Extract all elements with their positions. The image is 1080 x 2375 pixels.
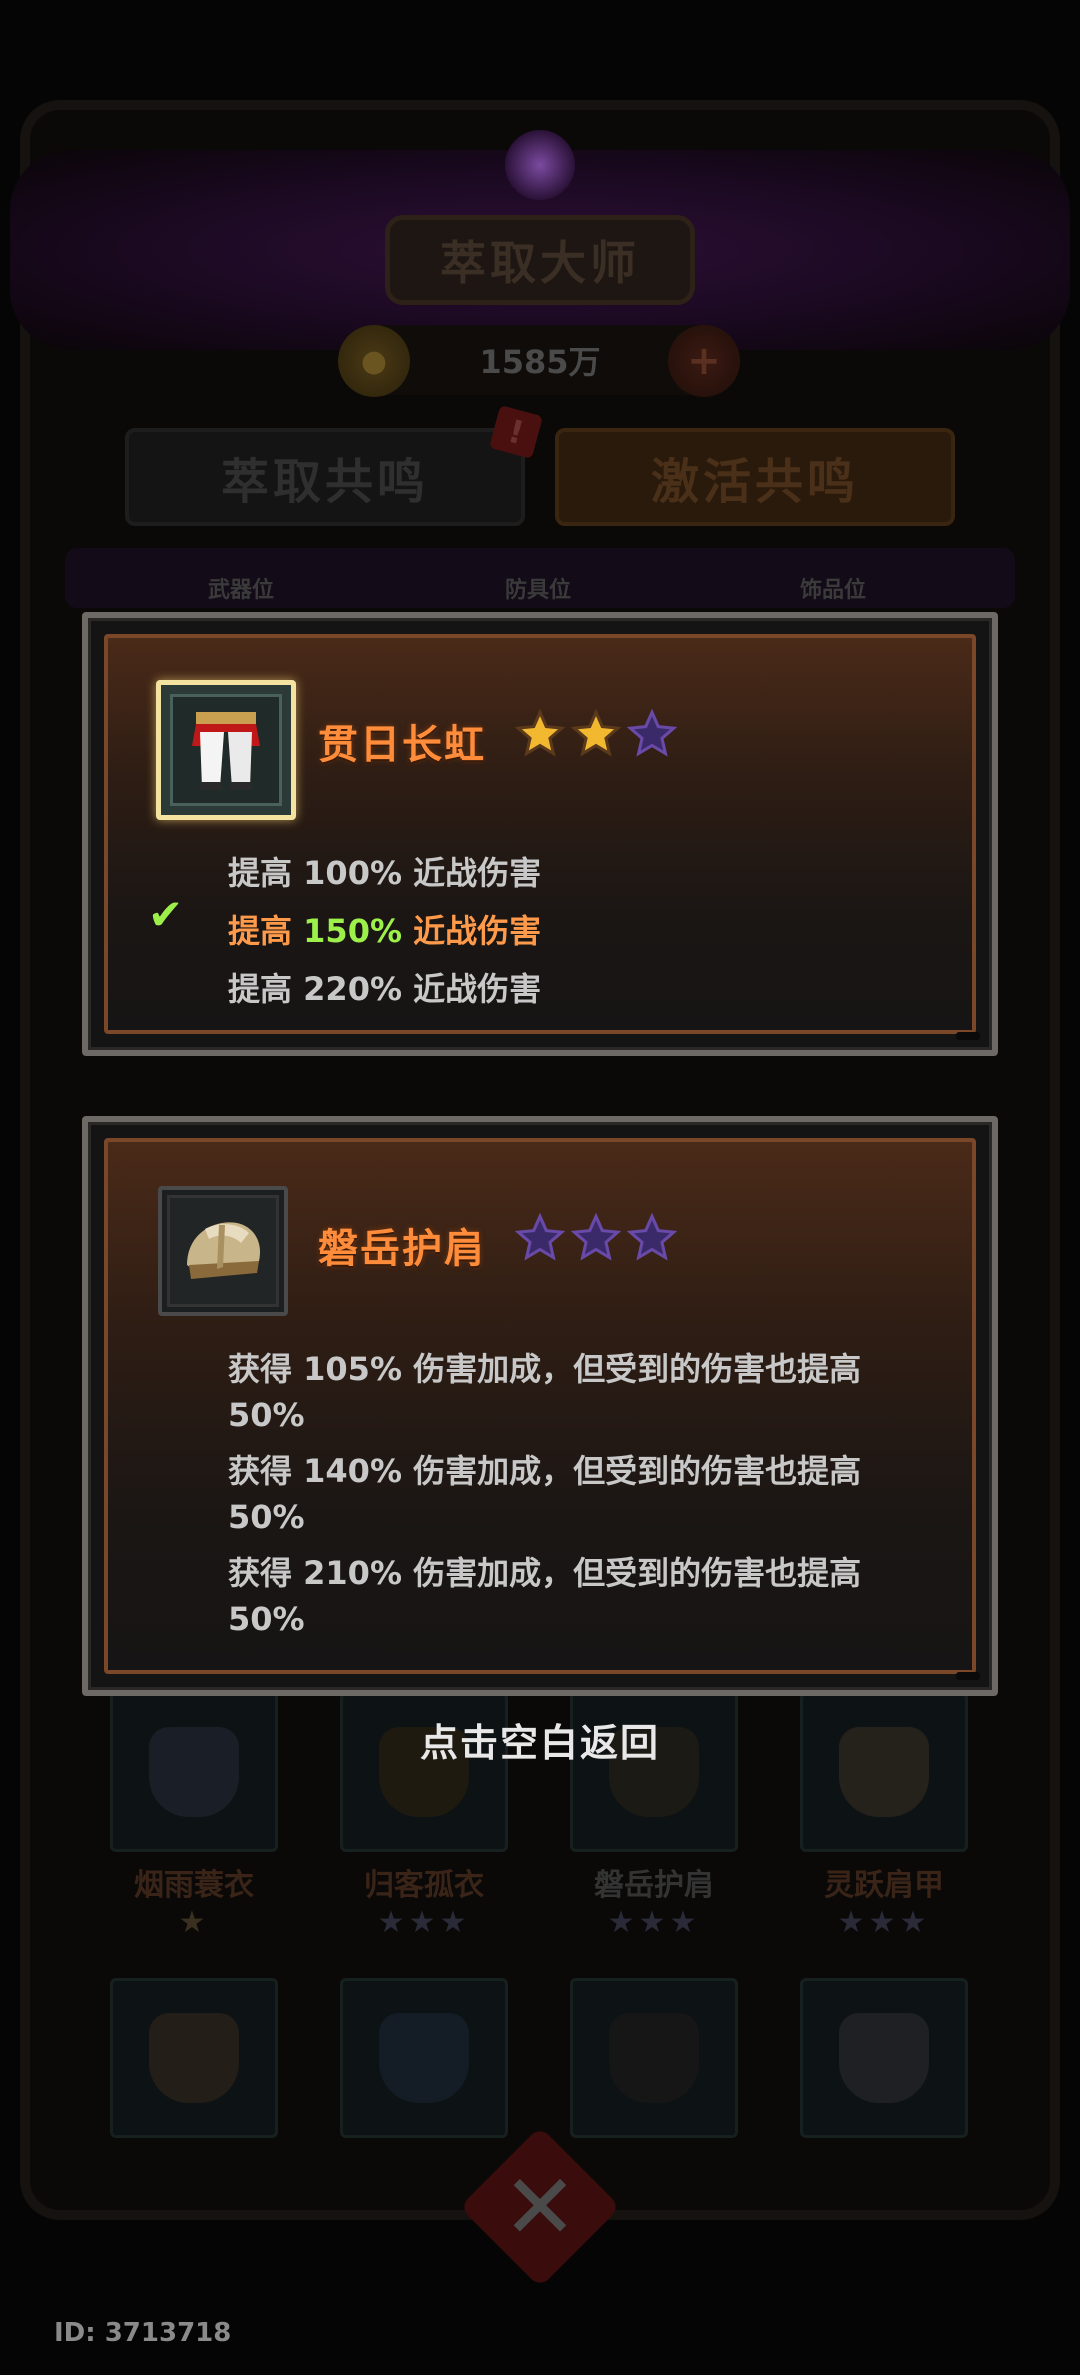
slot-label-accessory: 饰品位 [800,578,867,603]
panel-inner: 磐岳护肩 获得 105% 伤害加成，但受到的伤害也提高 50% 获得 140% … [104,1138,976,1674]
tab-activate-resonance: 激活共鸣 [555,428,955,526]
effect-line: 获得 140% 伤害加成，但受到的伤害也提高 50% [228,1452,862,1536]
effect-percent: 150% [303,912,403,950]
effect-line: 提高 100% 近战伤害 [228,848,541,894]
star-rating [514,708,678,760]
item-name: 贯日长虹 [318,722,486,768]
panel-inner: 贯日长虹 提高 100% 近战伤害 ✔ 提高 150% 近战伤害 提高 220%… [104,634,976,1034]
bg-item-stars: ★★★ [377,1905,471,1940]
star-empty-icon [626,1212,678,1261]
bg-item-cell [570,1978,738,2138]
item-name: 磐岳护肩 [318,1226,486,1272]
effect-suffix: 近战伤害 [402,970,542,1008]
star-empty-icon [514,1212,566,1261]
star-empty-icon [626,708,678,757]
panel-corner [956,1032,980,1040]
bg-item-stars: ★ [178,1905,210,1940]
bg-item-stars: ★★★ [837,1905,931,1940]
effect-prefix: 提高 [228,970,304,1008]
effect-percent: 100% [303,854,403,892]
slot-label-armor: 防具位 [505,578,572,603]
shoulder-armor-icon [167,1195,279,1307]
effect-prefix: 提高 [228,912,304,950]
pants-icon [170,694,282,806]
bg-item-cell [340,1978,508,2138]
slot-label-weapon: 武器位 [208,578,275,603]
bg-item-cell [800,1978,968,2138]
star-empty-icon [570,1212,622,1261]
star-filled-icon [514,708,566,757]
effect-suffix: 近战伤害 [402,912,542,950]
effect-line: 提高 220% 近战伤害 [228,964,541,1010]
bg-item-name: 归客孤衣 [364,1868,484,1903]
orb-icon [505,130,575,200]
effect-line: 获得 105% 伤害加成，但受到的伤害也提高 50% [228,1350,862,1434]
player-id: ID: 3713718 [54,2318,232,2348]
add-currency-icon: + [668,325,740,397]
item-icon-slot[interactable] [156,680,296,820]
resonance-panel-1: 贯日长虹 提高 100% 近战伤害 ✔ 提高 150% 近战伤害 提高 220%… [82,612,998,1056]
resonance-panel-2: 磐岳护肩 获得 105% 伤害加成，但受到的伤害也提高 50% 获得 140% … [82,1116,998,1696]
effect-percent: 220% [303,970,403,1008]
panel-corner [956,1672,980,1680]
tap-to-return-hint[interactable]: 点击空白返回 [0,1712,1080,1767]
effect-suffix: 近战伤害 [402,854,542,892]
coin-icon: ● [338,325,410,397]
bg-item-name: 烟雨蓑衣 [134,1868,254,1903]
effect-line: 获得 210% 伤害加成，但受到的伤害也提高 50% [228,1554,862,1638]
effect-prefix: 提高 [228,854,304,892]
item-icon-slot[interactable] [158,1186,288,1316]
star-rating [514,1212,678,1264]
bg-item-name: 磐岳护肩 [594,1868,714,1903]
background-title: 萃取大师 [385,215,695,305]
bg-item-name: 灵跃肩甲 [824,1868,944,1903]
close-icon: ✕ [502,2154,578,2260]
bg-item-stars: ★★★ [607,1905,701,1940]
tab-extract-resonance: 萃取共鸣 [125,428,525,526]
checkmark-icon: ✔ [148,890,184,939]
effect-line-active: 提高 150% 近战伤害 [228,906,541,952]
star-filled-icon [570,708,622,757]
bg-item-cell [110,1978,278,2138]
